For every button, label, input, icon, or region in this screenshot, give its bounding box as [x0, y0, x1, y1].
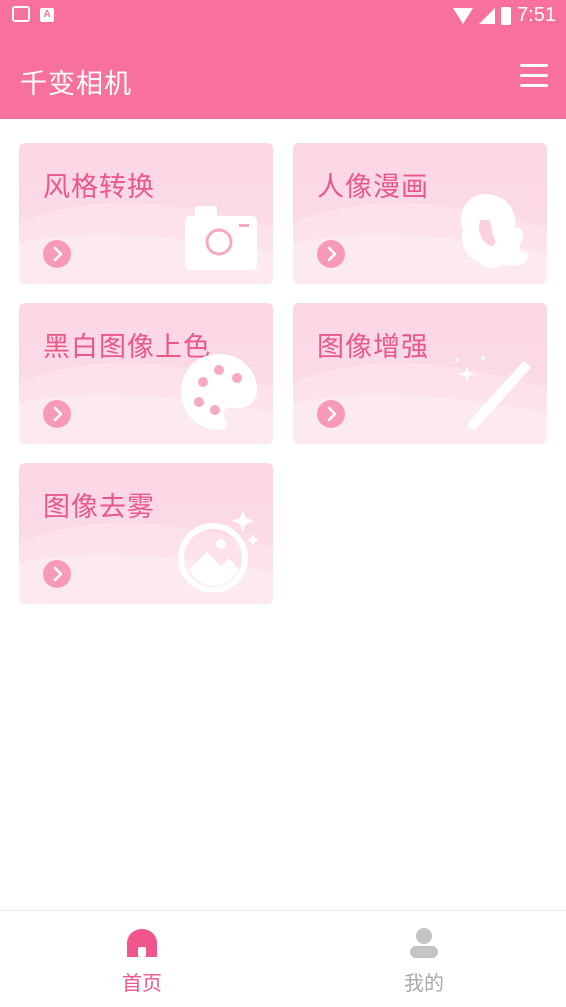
card-arrow-button[interactable] [317, 400, 345, 428]
clock: 7:51 [517, 4, 556, 26]
app-bar: 千变相机 [0, 34, 566, 119]
enhance-card[interactable]: 图像增强 [293, 303, 547, 444]
card-title: 图像去雾 [43, 492, 155, 523]
dehaze-card[interactable]: 图像去雾 [19, 463, 273, 604]
card-arrow-button[interactable] [43, 560, 71, 588]
chevron-right-icon [53, 406, 63, 422]
palette-icon [181, 354, 257, 430]
home-icon [127, 929, 157, 957]
card-arrow-button[interactable] [317, 240, 345, 268]
system-status: 7:51 [453, 4, 556, 27]
card-title: 图像增强 [317, 332, 429, 363]
card-title: 人像漫画 [317, 172, 429, 203]
nav-mine[interactable]: 我的 [364, 927, 484, 996]
nav-mine-label: 我的 [404, 971, 444, 995]
menu-button[interactable] [520, 64, 548, 88]
mail-icon [12, 6, 30, 22]
chevron-right-icon [53, 246, 63, 262]
user-icon [410, 928, 438, 958]
menu-icon [520, 64, 548, 87]
card-arrow-button[interactable] [43, 400, 71, 428]
battery-icon [501, 6, 512, 25]
image-sparkle-icon [178, 510, 259, 592]
portrait-hair-icon [461, 194, 528, 269]
chevron-right-icon [53, 566, 63, 582]
card-title: 风格转换 [43, 172, 155, 203]
camera-icon [185, 206, 257, 270]
status-bar: A 7:51 [0, 0, 566, 34]
style-transfer-card[interactable]: 风格转换 [19, 143, 273, 284]
wifi-icon [453, 7, 474, 24]
colorize-card[interactable]: 黑白图像上色 [19, 303, 273, 444]
app-title: 千变相机 [20, 69, 132, 100]
bottom-navigation: 首页 我的 [0, 910, 566, 1007]
chevron-right-icon [327, 406, 337, 422]
chevron-right-icon [327, 246, 337, 262]
cellular-icon [479, 7, 496, 24]
a-icon: A [40, 8, 54, 22]
magic-wand-icon [455, 356, 531, 431]
card-arrow-button[interactable] [43, 240, 71, 268]
nav-home-label: 首页 [122, 971, 162, 995]
feature-grid: 风格转换 人像漫画 黑白图像上色 图像增强 图像去雾 [19, 143, 547, 604]
notification-icons: A [12, 6, 54, 22]
portrait-comic-card[interactable]: 人像漫画 [293, 143, 547, 284]
nav-home[interactable]: 首页 [82, 927, 202, 996]
